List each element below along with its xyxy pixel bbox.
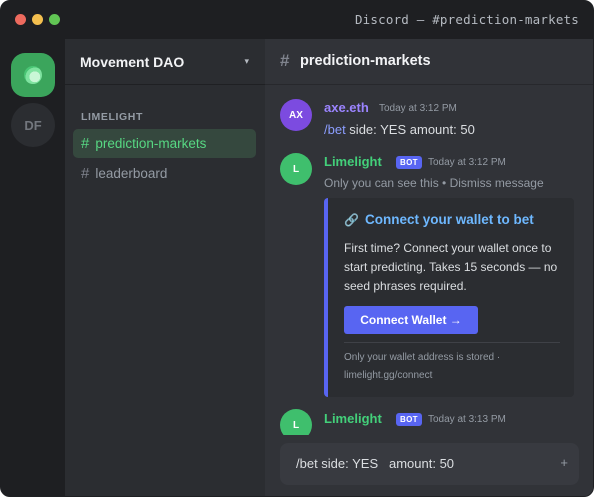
hash-icon: # xyxy=(280,51,290,70)
link-icon: 🔗 xyxy=(344,212,359,227)
command-args: side: YES amount: 50 xyxy=(345,122,475,137)
server-icon-df[interactable]: DF xyxy=(11,103,55,147)
message-composer[interactable]: /bet side: YES amount: 50 + xyxy=(280,443,579,485)
embed-description: First time? Connect your wallet once to … xyxy=(344,241,558,293)
bot-badge: BOT xyxy=(396,413,422,426)
message-author[interactable]: Limelight xyxy=(324,154,382,169)
channel-leaderboard[interactable]: # leaderboard xyxy=(73,159,256,188)
minimize-window-button[interactable] xyxy=(32,14,43,25)
chevron-down-icon: ▾ xyxy=(244,56,249,66)
limelight-leaf-icon xyxy=(24,66,42,84)
bot-badge: BOT xyxy=(396,156,422,169)
plus-icon[interactable]: + xyxy=(560,455,568,470)
ephemeral-notice[interactable]: Only you can see this • Dismiss message xyxy=(324,176,544,190)
embed-title-text: Connect your wallet to bet xyxy=(364,212,534,227)
message-timestamp: Today at 3:13 PM xyxy=(428,414,506,425)
chat-header: # prediction-markets xyxy=(265,39,593,85)
server-name: Movement DAO xyxy=(80,54,185,70)
connect-wallet-button[interactable]: Connect Wallet → xyxy=(344,306,478,334)
hash-icon: # xyxy=(81,165,90,182)
message-input[interactable]: /bet side: YES amount: 50 xyxy=(296,456,454,471)
message-author[interactable]: Limelight xyxy=(324,411,382,426)
avatar[interactable]: L xyxy=(280,409,312,435)
slash-command: /bet xyxy=(324,122,346,137)
channel-category[interactable]: LIMELIGHT xyxy=(81,111,143,123)
channel-sidebar: Movement DAO ▾ LIMELIGHT # prediction-ma… xyxy=(65,39,265,496)
chat-main: # prediction-markets AX axe.eth Today at… xyxy=(265,39,593,496)
server-icon-limelight[interactable] xyxy=(11,53,55,97)
channel-label: prediction-markets xyxy=(95,136,207,151)
message-author[interactable]: axe.eth xyxy=(324,100,369,115)
embed-divider xyxy=(344,342,560,343)
avatar[interactable]: L xyxy=(280,153,312,185)
message-list: AX axe.eth Today at 3:12 PM /bet side: Y… xyxy=(265,85,593,435)
close-window-button[interactable] xyxy=(15,14,26,25)
channel-prediction-markets[interactable]: # prediction-markets xyxy=(73,129,256,158)
maximize-window-button[interactable] xyxy=(49,14,60,25)
channel-label: leaderboard xyxy=(95,166,168,181)
embed-footer: Only your wallet address is stored · lim… xyxy=(344,352,501,381)
embed-title: 🔗 Connect your wallet to bet xyxy=(344,212,534,227)
title-bar: Discord — #prediction-markets xyxy=(1,1,593,39)
message-timestamp: Today at 3:12 PM xyxy=(379,103,457,114)
chat-channel-name: prediction-markets xyxy=(300,53,431,69)
message-content: /bet side: YES amount: 50 xyxy=(324,122,475,137)
wallet-embed: 🔗 Connect your wallet to bet First time?… xyxy=(324,198,574,397)
server-rail: DF xyxy=(1,39,65,496)
avatar[interactable]: AX xyxy=(280,99,312,131)
hash-icon: # xyxy=(81,135,90,152)
server-header[interactable]: Movement DAO ▾ xyxy=(65,39,265,85)
window-title: Discord — #prediction-markets xyxy=(354,12,579,27)
discord-window: Discord — #prediction-markets DF Movemen… xyxy=(0,0,594,497)
message-timestamp: Today at 3:12 PM xyxy=(428,157,506,168)
